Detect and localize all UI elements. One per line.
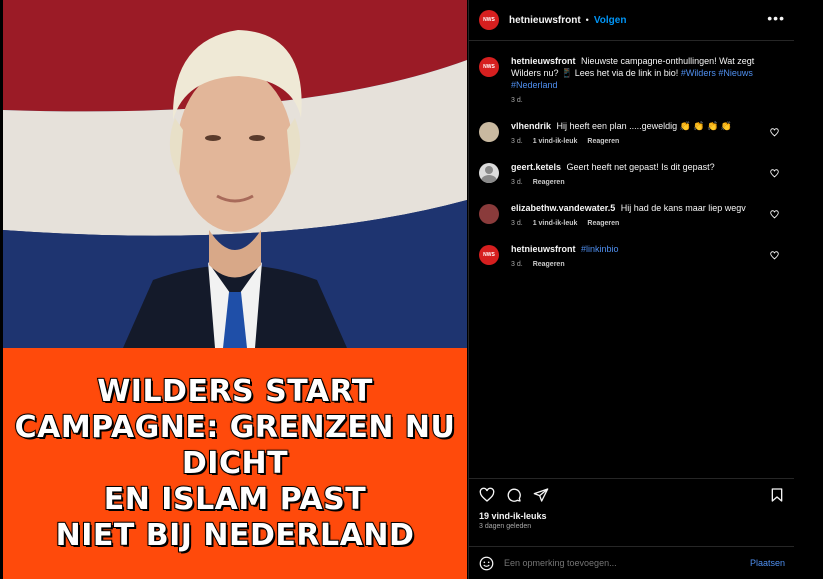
share-icon[interactable] — [533, 487, 549, 503]
comment-item: vlhendrik Hij heeft een plan .....geweld… — [479, 120, 785, 145]
heart-icon[interactable] — [770, 128, 779, 137]
hashtag-link[interactable]: #Wilders — [681, 68, 716, 78]
account-avatar[interactable]: NWS — [479, 10, 499, 30]
headline-banner: WILDERS START CAMPAGNE: GRENZEN NU DICHT… — [3, 348, 467, 579]
post-headline: WILDERS START CAMPAGNE: GRENZEN NU DICHT… — [14, 373, 456, 554]
comment-time: 3 d. — [511, 220, 523, 227]
post-comment-button[interactable]: Plaatsen — [750, 558, 785, 568]
commenter-avatar[interactable] — [479, 163, 499, 183]
comment-text: Hij had de kans maar liep wegv — [620, 203, 746, 213]
post-sidebar: NWS hetnieuwsfront • Volgen ••• NWS hetn… — [468, 0, 795, 579]
post-date: 3 dagen geleden — [479, 523, 532, 530]
reply-button[interactable]: Reageren — [587, 220, 619, 227]
reply-button[interactable]: Reageren — [533, 179, 565, 186]
comment-item: NWS hetnieuwsfront #linkinbio 3 d. Reage… — [479, 243, 785, 268]
comment-icon[interactable] — [506, 487, 522, 503]
heart-icon[interactable] — [479, 487, 495, 503]
comment-likes[interactable]: 1 vind-ik-leuk — [533, 220, 578, 227]
comment-username[interactable]: vlhendrik — [511, 121, 551, 131]
caption: NWS hetnieuwsfront Nieuwste campagne-ont… — [479, 55, 785, 104]
comment-time: 3 d. — [511, 261, 523, 268]
comment-item: geert.ketels Geert heeft net gepast! Is … — [479, 161, 785, 186]
smiley-icon[interactable] — [479, 556, 494, 571]
comment-username[interactable]: elizabethw.vandewater.5 — [511, 203, 615, 213]
comment-time: 3 d. — [511, 179, 523, 186]
post-header: NWS hetnieuwsfront • Volgen ••• — [469, 0, 795, 41]
comment-item: elizabethw.vandewater.5 Hij had de kans … — [479, 202, 785, 227]
comment-username[interactable]: geert.ketels — [511, 162, 561, 172]
hashtag-link[interactable]: #Nieuws — [718, 68, 753, 78]
comments-list: NWS hetnieuwsfront Nieuwste campagne-ont… — [469, 41, 795, 268]
comment-text: Geert heeft net gepast! Is dit gepast? — [566, 162, 715, 172]
comment-username[interactable]: hetnieuwsfront — [511, 244, 576, 254]
more-horizontal-icon[interactable]: ••• — [767, 11, 785, 27]
hashtag-link[interactable]: #linkinbio — [581, 244, 619, 254]
post-photo — [3, 0, 467, 348]
post-media[interactable]: WILDERS START CAMPAGNE: GRENZEN NU DICHT… — [3, 0, 467, 579]
heart-icon[interactable] — [770, 251, 779, 260]
comment-likes[interactable]: 1 vind-ik-leuk — [533, 138, 578, 145]
caption-username[interactable]: hetnieuwsfront — [511, 56, 576, 66]
commenter-avatar[interactable] — [479, 122, 499, 142]
follow-button[interactable]: Volgen — [594, 15, 627, 26]
caption-avatar[interactable]: NWS — [479, 57, 499, 77]
caption-time: 3 d. — [511, 97, 523, 104]
post-actions: 19 vind-ik-leuks 3 dagen geleden — [469, 478, 795, 547]
heart-icon[interactable] — [770, 210, 779, 219]
reply-button[interactable]: Reageren — [533, 261, 565, 268]
add-comment-bar: Plaatsen — [469, 546, 795, 579]
comment-time: 3 d. — [511, 138, 523, 145]
comment-input[interactable] — [502, 557, 750, 569]
page-background — [794, 0, 823, 579]
separator-dot: • — [585, 15, 589, 25]
comment-text: Hij heeft een plan .....geweldig 👏 👏 👏 👏 — [556, 121, 732, 131]
bookmark-icon[interactable] — [769, 487, 785, 503]
heart-icon[interactable] — [770, 169, 779, 178]
reply-button[interactable]: Reageren — [587, 138, 619, 145]
hashtag-link[interactable]: #Nederland — [511, 80, 558, 90]
commenter-avatar[interactable]: NWS — [479, 245, 499, 265]
like-count[interactable]: 19 vind-ik-leuks — [469, 503, 795, 521]
commenter-avatar[interactable] — [479, 204, 499, 224]
header-username[interactable]: hetnieuwsfront — [509, 15, 581, 26]
